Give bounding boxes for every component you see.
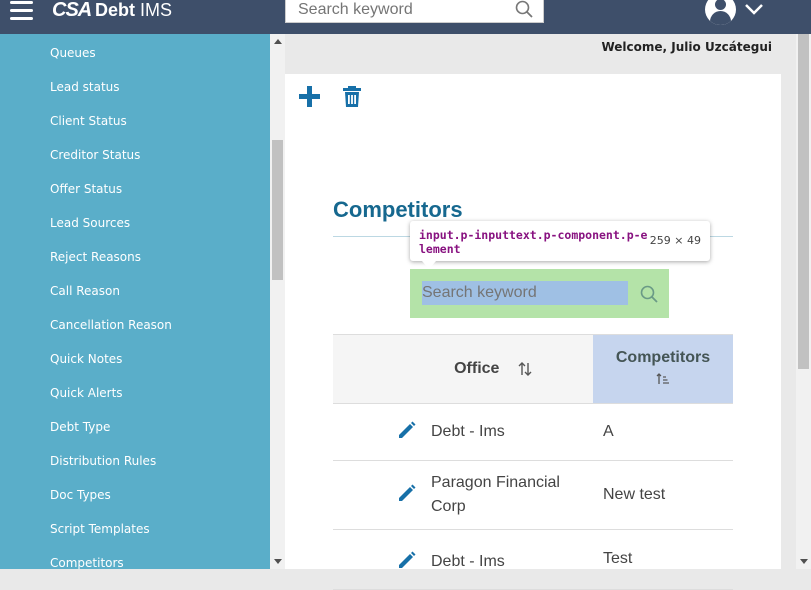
sidebar-item-doc-types[interactable]: Doc Types	[50, 488, 111, 502]
global-search	[285, 0, 544, 23]
column-header-competitors[interactable]: Competitors	[593, 334, 733, 404]
competitor-cell: Test	[593, 529, 733, 590]
main-scrollbar-thumb[interactable]	[798, 34, 809, 369]
sidebar-item-reject-reasons[interactable]: Reject Reasons	[50, 250, 141, 264]
global-search-input[interactable]	[286, 0, 506, 22]
pencil-icon[interactable]	[397, 483, 417, 503]
office-cell: Paragon Financial Corp	[431, 460, 593, 530]
chevron-down-icon[interactable]	[744, 2, 764, 16]
sidebar-item-quick-alerts[interactable]: Quick Alerts	[50, 386, 123, 400]
plus-icon[interactable]	[299, 86, 321, 108]
competitors-table: Office Competitors Debt - Ims A Paragon …	[333, 334, 733, 590]
brand-name: Debt IMS	[95, 0, 172, 20]
devtools-dimensions: 259 × 49	[649, 234, 701, 247]
competitor-cell: A	[593, 403, 733, 461]
sidebar-scrollbar[interactable]	[270, 34, 285, 569]
trash-icon[interactable]	[343, 86, 361, 107]
sidebar-item-lead-status[interactable]: Lead status	[50, 80, 120, 94]
office-cell: Debt - Ims	[431, 529, 593, 590]
scroll-down-arrow-icon[interactable]	[274, 559, 282, 564]
page-title: Competitors	[333, 197, 463, 222]
sidebar-item-client-status[interactable]: Client Status	[50, 114, 127, 128]
hamburger-menu-icon[interactable]	[10, 0, 33, 24]
table-row: Debt - Ims Test	[333, 529, 733, 590]
column-header-competitors-label: Competitors	[615, 349, 711, 366]
sidebar-item-distribution-rules[interactable]: Distribution Rules	[50, 454, 156, 468]
sidebar-item-cancellation-reason[interactable]: Cancellation Reason	[50, 318, 172, 332]
brand-name-main: Debt	[95, 0, 135, 20]
logo: CSA	[52, 0, 92, 21]
edit-cell	[333, 460, 431, 530]
search-icon[interactable]	[640, 285, 658, 303]
pencil-icon[interactable]	[397, 550, 417, 570]
sidebar-item-lead-sources[interactable]: Lead Sources	[50, 216, 130, 230]
top-bar: CSA Debt IMS	[0, 0, 811, 34]
table-row: Paragon Financial Corp New test	[333, 460, 733, 530]
sidebar-scrollbar-thumb[interactable]	[272, 140, 283, 280]
sidebar-item-call-reason[interactable]: Call Reason	[50, 284, 120, 298]
column-header-office-label: Office	[454, 360, 500, 377]
sidebar-item-quick-notes[interactable]: Quick Notes	[50, 352, 122, 366]
competitor-cell: New test	[593, 460, 733, 530]
devtools-inspect-tooltip: input.p-inputtext.p-component.p-element …	[410, 221, 710, 269]
search-icon[interactable]	[515, 0, 533, 18]
table-row: Debt - Ims A	[333, 403, 733, 461]
sort-ascending-icon[interactable]	[656, 373, 670, 385]
sidebar-item-creditor-status[interactable]: Creditor Status	[50, 148, 140, 162]
sidebar-item-queues[interactable]: Queues	[50, 46, 96, 60]
sort-icon[interactable]	[518, 361, 532, 376]
sidebar: Queues Lead status Client Status Credito…	[0, 34, 270, 569]
table-search-input[interactable]	[422, 281, 628, 305]
pencil-icon[interactable]	[397, 420, 417, 440]
sidebar-item-competitors[interactable]: Competitors	[50, 556, 124, 569]
table-search	[410, 269, 669, 318]
scroll-up-arrow-icon[interactable]	[274, 39, 282, 44]
user-avatar-icon[interactable]	[705, 0, 736, 25]
brand-name-suffix: IMS	[140, 0, 173, 20]
office-cell: Debt - Ims	[431, 403, 593, 461]
scroll-down-arrow-icon[interactable]	[800, 559, 808, 564]
column-header-office[interactable]: Office	[333, 334, 593, 404]
devtools-selector: input.p-inputtext.p-component.p-element	[419, 228, 648, 256]
edit-cell	[333, 529, 431, 590]
sidebar-item-offer-status[interactable]: Offer Status	[50, 182, 122, 196]
sidebar-item-script-templates[interactable]: Script Templates	[50, 522, 150, 536]
table-header-row: Office Competitors	[333, 334, 733, 404]
sidebar-item-debt-type[interactable]: Debt Type	[50, 420, 110, 434]
welcome-message: Welcome, Julio Uzcátegui	[601, 40, 772, 54]
edit-cell	[333, 403, 431, 461]
main-scrollbar[interactable]	[796, 34, 811, 569]
